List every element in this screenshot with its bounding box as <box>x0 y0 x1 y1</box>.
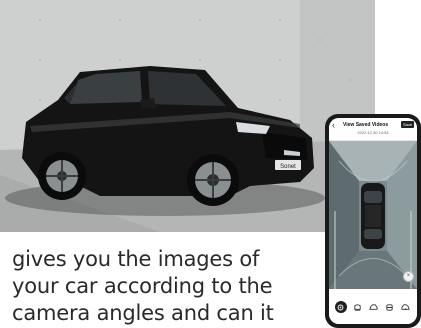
surround-view-camera[interactable] <box>329 141 417 289</box>
camera-feed-illustration <box>329 141 417 289</box>
camera-icon[interactable] <box>334 301 347 313</box>
app-title: View Saved Videos <box>343 122 389 128</box>
license-plate-text: Sonet <box>280 164 296 170</box>
video-timestamp: 2022.12.30 14:54 <box>357 130 389 135</box>
phone-screen: ‹ View Saved Videos Save 2022.12.30 14:5… <box>329 118 417 324</box>
caption-line-2: your car according to the <box>12 274 273 298</box>
car-front-icon[interactable] <box>368 302 379 313</box>
caption-line-3: camera angles and can it <box>12 301 274 325</box>
feature-description: gives you the images of your car accordi… <box>12 246 312 327</box>
car-illustration: Sonet <box>0 0 375 232</box>
seat-icon[interactable] <box>352 302 363 313</box>
phone-mockup: ‹ View Saved Videos Save 2022.12.30 14:5… <box>325 114 421 328</box>
camera-toolbar <box>329 290 417 324</box>
save-button[interactable]: Save <box>401 121 414 128</box>
app-header: ‹ View Saved Videos Save 2022.12.30 14:5… <box>329 118 417 141</box>
close-icon[interactable]: × <box>403 271 414 282</box>
caption-line-1: gives you the images of <box>12 247 260 271</box>
car-photo: Sonet <box>0 0 375 232</box>
car-rear-icon[interactable] <box>400 302 411 313</box>
chevron-left-icon[interactable]: ‹ <box>332 120 335 130</box>
car-side-icon[interactable] <box>384 302 395 313</box>
